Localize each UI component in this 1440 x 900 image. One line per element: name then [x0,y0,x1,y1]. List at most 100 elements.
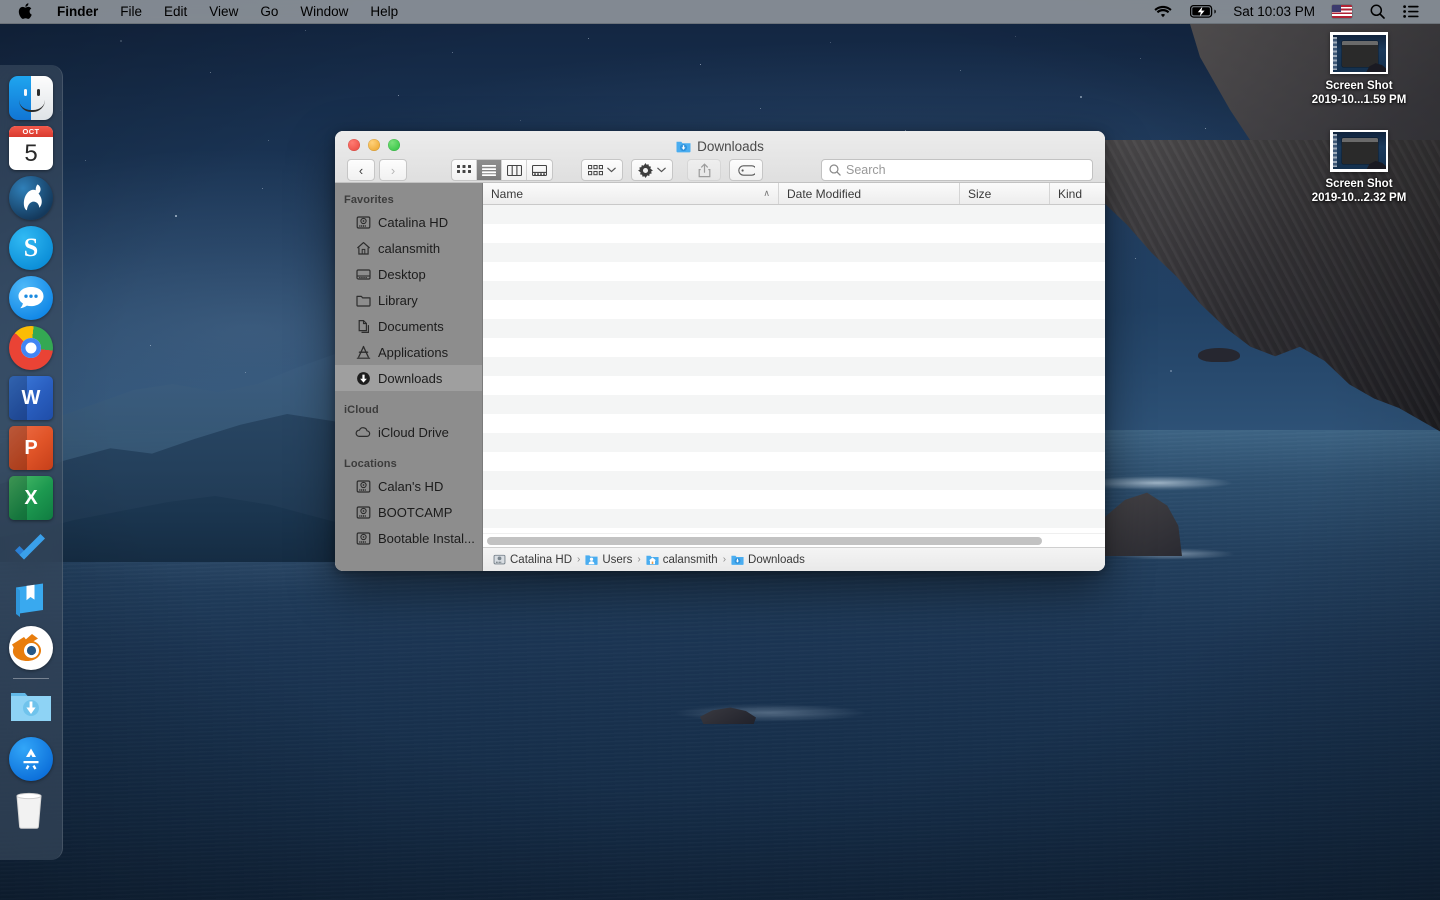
file-list-row[interactable] [483,509,1105,528]
sidebar-item-label: Catalina HD [378,214,449,230]
file-list-row[interactable] [483,471,1105,490]
hard-drive-icon [355,478,371,494]
sidebar-item-calansmith[interactable]: calansmith [335,235,482,261]
file-list-row[interactable] [483,414,1105,433]
finder-window[interactable]: Downloads ‹ › Search Favorites Catalina … [335,131,1105,571]
dock: OCT 5 S W P X [0,65,63,860]
dock-item-microsoft-powerpoint[interactable]: P [8,423,54,473]
menu-bar-clock[interactable]: Sat 10:03 PM [1225,0,1323,24]
sidebar-item-label: BOOTCAMP [378,504,453,520]
path-item-calansmith[interactable]: calansmith [646,553,718,566]
sidebar-item-documents[interactable]: Documents [335,313,482,339]
wifi-icon[interactable] [1145,0,1181,24]
battery-charging-icon[interactable] [1181,0,1225,24]
list-view-button[interactable] [477,160,502,180]
column-header-name[interactable]: Name ∧ [483,183,779,204]
group-by-button[interactable] [581,159,623,181]
file-list-row[interactable] [483,357,1105,376]
sidebar-item-library[interactable]: Library [335,287,482,313]
file-list-row[interactable] [483,319,1105,338]
dock-item-messages[interactable] [8,273,54,323]
search-input[interactable] [846,163,1085,177]
sidebar-item-icloud-drive[interactable]: iCloud Drive [335,419,482,445]
path-item-downloads[interactable]: Downloads [731,553,805,566]
dock-item-google-chrome[interactable] [8,323,54,373]
dock-item-skype[interactable]: S [8,223,54,273]
control-center-icon[interactable] [1394,0,1428,24]
path-item-catalina-hd[interactable]: Catalina HD [493,553,572,566]
horizontal-scrollbar-thumb[interactable] [487,536,1042,545]
desktop-icon-screenshot-1[interactable]: Screen Shot 2019-10...1.59 PM [1294,32,1424,108]
sidebar-item-calans-hd[interactable]: Calan's HD [335,473,482,499]
dock-item-blender[interactable] [8,623,54,673]
spotlight-search-icon[interactable] [1361,0,1394,24]
close-button[interactable] [348,139,360,151]
dock-item-finder[interactable] [8,73,54,123]
file-list-row[interactable] [483,395,1105,414]
sidebar-item-applications[interactable]: Applications [335,339,482,365]
path-item-users[interactable]: Users [585,553,632,566]
file-list[interactable] [483,205,1105,533]
column-header-size[interactable]: Size [960,183,1050,204]
menu-item-file[interactable]: File [109,0,153,24]
dock-item-microsoft-word[interactable]: W [8,373,54,423]
desktop-icon-screenshot-2[interactable]: Screen Shot 2019-10...2.32 PM [1294,129,1424,206]
apple-logo-icon[interactable] [0,2,46,19]
sidebar-item-label: Desktop [378,266,426,282]
file-list-row[interactable] [483,376,1105,395]
tag-button[interactable] [729,159,763,181]
path-item-label: calansmith [662,553,718,566]
sidebar-item-bootcamp[interactable]: BOOTCAMP [335,499,482,525]
word-icon: W [9,376,53,420]
dock-item-bookmark-app[interactable] [8,573,54,623]
file-list-row[interactable] [483,224,1105,243]
minimize-button[interactable] [368,139,380,151]
trash-icon [9,787,53,831]
menu-item-view[interactable]: View [198,0,249,24]
file-list-row[interactable] [483,490,1105,509]
share-button[interactable] [687,159,721,181]
dock-item-app-store[interactable] [8,734,54,784]
sidebar-item-label: Calan's HD [378,478,444,494]
action-gear-button[interactable] [631,159,673,181]
us-flag-icon[interactable] [1323,0,1361,24]
file-list-row[interactable] [483,281,1105,300]
finder-titlebar[interactable]: Downloads ‹ › [335,131,1105,183]
sidebar-item-downloads[interactable]: Downloads [335,365,482,391]
dock-item-trash[interactable] [8,784,54,834]
search-field-container[interactable] [821,159,1093,181]
file-list-row[interactable] [483,300,1105,319]
menu-item-finder[interactable]: Finder [46,0,109,24]
path-separator-icon: › [577,554,581,565]
file-list-row[interactable] [483,205,1105,224]
sidebar-item-bootable-installer[interactable]: Bootable Instal... [335,525,482,551]
file-list-row[interactable] [483,433,1105,452]
file-list-row[interactable] [483,338,1105,357]
gallery-view-button[interactable] [527,160,552,180]
excel-icon: X [9,476,53,520]
dock-item-llama-app[interactable] [8,173,54,223]
dock-item-microsoft-excel[interactable]: X [8,473,54,523]
file-list-row[interactable] [483,452,1105,471]
file-list-row[interactable] [483,243,1105,262]
menu-item-edit[interactable]: Edit [153,0,198,24]
dock-item-microsoft-todo[interactable] [8,523,54,573]
finder-title-area: Downloads [335,138,1105,154]
file-list-row[interactable] [483,262,1105,281]
menu-item-window[interactable]: Window [289,0,359,24]
icon-view-button[interactable] [452,160,477,180]
dock-item-downloads-stack[interactable] [8,684,54,734]
forward-button[interactable]: › [379,159,407,181]
sidebar-item-catalina-hd[interactable]: Catalina HD [335,209,482,235]
column-view-button[interactable] [502,160,527,180]
column-header-kind[interactable]: Kind [1050,183,1105,204]
menu-item-go[interactable]: Go [249,0,289,24]
column-header-date-modified[interactable]: Date Modified [779,183,960,204]
back-button[interactable]: ‹ [347,159,375,181]
menu-bar-left: Finder File Edit View Go Window Help [0,0,409,24]
sidebar-item-desktop[interactable]: Desktop [335,261,482,287]
zoom-button[interactable] [388,139,400,151]
horizontal-scrollbar-track[interactable] [483,533,1105,547]
menu-item-help[interactable]: Help [359,0,409,24]
dock-item-calendar[interactable]: OCT 5 [8,123,54,173]
